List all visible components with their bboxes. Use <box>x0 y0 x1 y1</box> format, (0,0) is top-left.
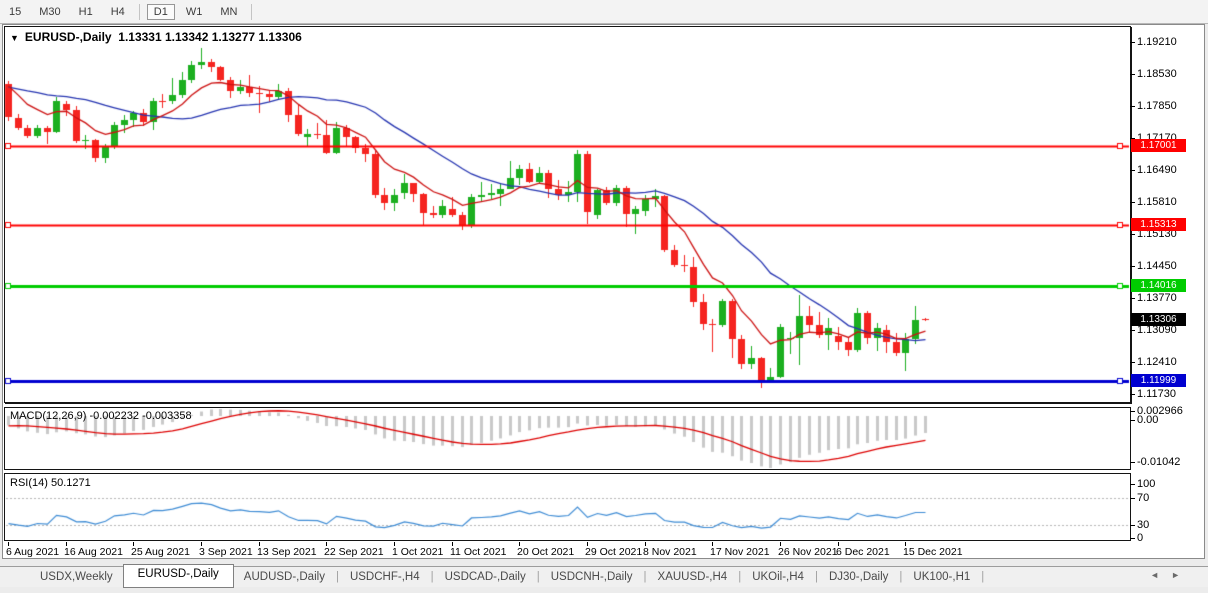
price-tick-mark <box>1130 394 1135 395</box>
chart-canvas[interactable] <box>0 0 1208 593</box>
date-tick-label: 29 Oct 2021 <box>585 546 643 558</box>
current-price-label: 1.13306 <box>1131 313 1186 326</box>
macd-indicator-label: MACD(12,26,9) -0.002232 -0.003358 <box>10 410 192 422</box>
hline-price-label: 1.14016 <box>1131 279 1186 292</box>
macd-scale-label: 0.00 <box>1137 414 1159 426</box>
date-tick-label: 1 Oct 2021 <box>392 546 444 558</box>
macd-tick-mark <box>1130 420 1135 421</box>
macd-scale-label: -0.01042 <box>1137 456 1181 468</box>
price-tick-label: 1.16490 <box>1137 164 1177 176</box>
date-tick-label: 20 Oct 2021 <box>517 546 575 558</box>
price-tick-mark <box>1130 298 1135 299</box>
chart-ohlc-values: 1.13331 1.13342 1.13277 1.13306 <box>118 30 302 44</box>
date-tick-label: 13 Sep 2021 <box>257 546 317 558</box>
rsi-tick-mark <box>1130 538 1135 539</box>
rsi-scale-label: 70 <box>1137 492 1150 504</box>
rsi-scale-label: 30 <box>1137 519 1150 531</box>
date-tick-label: 16 Aug 2021 <box>64 546 123 558</box>
chevron-down-icon[interactable]: ▼ <box>10 33 19 43</box>
date-tick-label: 25 Aug 2021 <box>131 546 190 558</box>
rsi-scale-label: 100 <box>1137 478 1156 490</box>
price-tick-label: 1.13770 <box>1137 292 1177 304</box>
macd-tick-mark <box>1130 462 1135 463</box>
tab-scroll-arrows: ◄► <box>1150 570 1192 580</box>
chart-symbol-label: EURUSD-,Daily <box>24 30 112 44</box>
price-tick-mark <box>1130 106 1135 107</box>
macd-tick-mark <box>1130 411 1135 412</box>
price-tick-mark <box>1130 202 1135 203</box>
date-tick-label: 11 Oct 2021 <box>450 546 507 558</box>
date-tick-label: 8 Nov 2021 <box>643 546 697 558</box>
price-tick-mark <box>1130 74 1135 75</box>
chart-title: ▼ EURUSD-,Daily 1.13331 1.13342 1.13277 1… <box>10 30 302 44</box>
price-tick-label: 1.12410 <box>1137 356 1177 368</box>
price-tick-label: 1.14450 <box>1137 260 1177 272</box>
date-tick-label: 22 Sep 2021 <box>324 546 384 558</box>
price-tick-label: 1.11730 <box>1137 388 1176 400</box>
hline-price-label: 1.11999 <box>1131 374 1186 387</box>
price-tick-label: 1.17850 <box>1137 100 1177 112</box>
price-tick-mark <box>1130 170 1135 171</box>
price-tick-mark <box>1130 234 1135 235</box>
price-tick-mark <box>1130 362 1135 363</box>
date-tick-label: 6 Dec 2021 <box>836 546 890 558</box>
price-tick-label: 1.18530 <box>1137 68 1177 80</box>
hline-price-label: 1.17001 <box>1131 139 1186 152</box>
price-tick-label: 1.15810 <box>1137 196 1177 208</box>
tab-scroll-right-icon[interactable]: ► <box>1171 570 1192 580</box>
tab-scroll-left-icon[interactable]: ◄ <box>1150 570 1171 580</box>
rsi-tick-mark <box>1130 498 1135 499</box>
rsi-scale-label: 0 <box>1137 532 1144 544</box>
rsi-tick-mark <box>1130 484 1135 485</box>
date-tick-label: 3 Sep 2021 <box>199 546 253 558</box>
hline-price-label: 1.15313 <box>1131 218 1186 231</box>
price-tick-mark <box>1130 42 1135 43</box>
rsi-indicator-label: RSI(14) 50.1271 <box>10 477 91 489</box>
date-tick-label: 15 Dec 2021 <box>903 546 963 558</box>
price-tick-mark <box>1130 266 1135 267</box>
date-tick-label: 6 Aug 2021 <box>6 546 60 558</box>
date-tick-label: 26 Nov 2021 <box>778 546 838 558</box>
price-tick-mark <box>1130 330 1135 331</box>
mt4-window: { "toolbar": { "buttons": ["15", "M30", … <box>0 0 1208 593</box>
date-tick-label: 17 Nov 2021 <box>710 546 770 558</box>
rsi-tick-mark <box>1130 525 1135 526</box>
price-tick-label: 1.19210 <box>1137 36 1177 48</box>
